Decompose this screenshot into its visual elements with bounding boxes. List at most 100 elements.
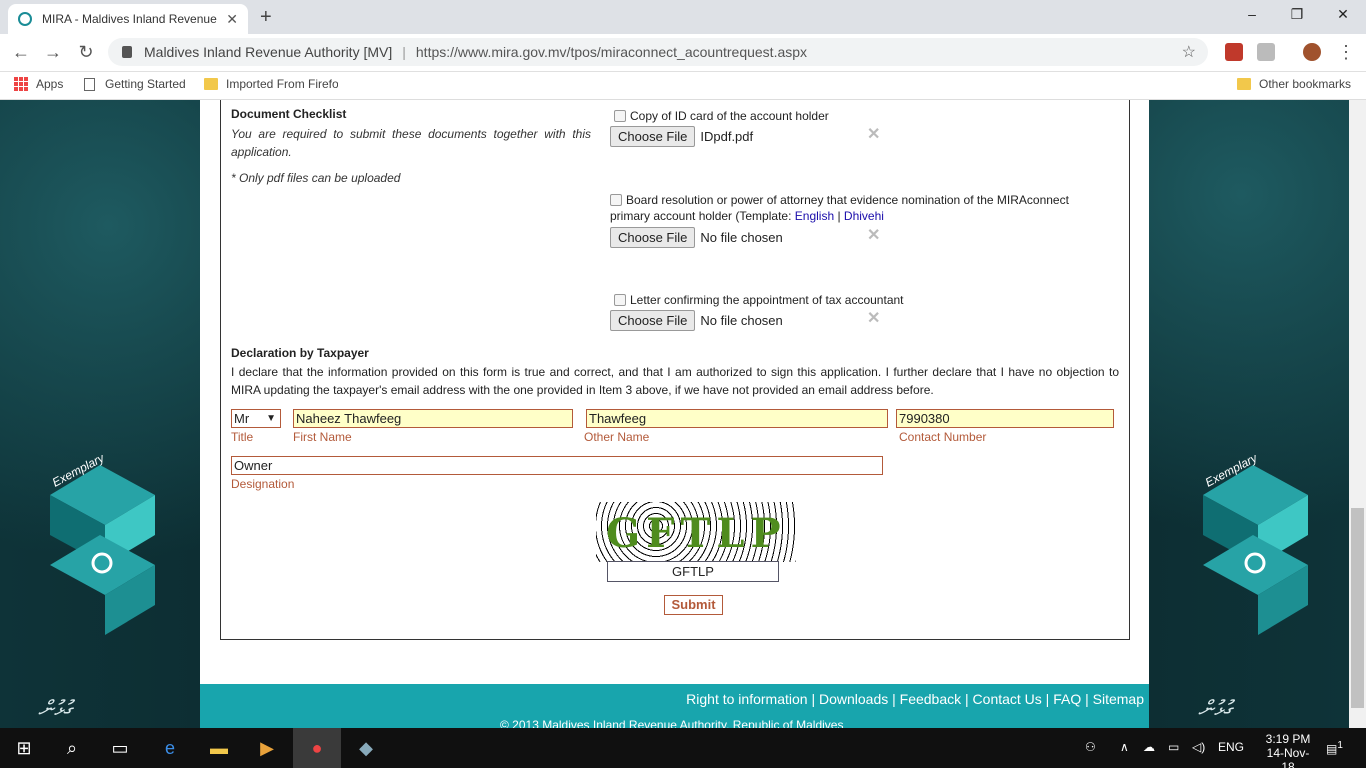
bookmark-star-icon[interactable]: ☆ xyxy=(1182,42,1196,62)
bookmark-apps[interactable]: Apps xyxy=(14,77,63,91)
first-name-input[interactable]: Naheez Thawfeeg xyxy=(293,409,573,428)
chevron-up-icon[interactable]: ∧ xyxy=(1120,740,1129,754)
title-select[interactable]: Mr ▼ xyxy=(231,409,281,428)
windows-start-icon[interactable]: ⊞ xyxy=(0,728,48,768)
language-indicator[interactable]: ENG xyxy=(1218,740,1244,754)
doc2-choose-file-button[interactable]: Choose File xyxy=(610,227,696,248)
task-view-icon[interactable]: ▭ xyxy=(96,728,144,768)
network-icon[interactable]: ▭ xyxy=(1168,740,1179,754)
clock-date: 14-Nov-18 xyxy=(1266,746,1310,774)
page-scrollbar[interactable] xyxy=(1349,100,1366,728)
declaration-text: I declare that the information provided … xyxy=(231,365,1119,397)
maximize-button[interactable]: ❐ xyxy=(1287,6,1307,23)
extension-icon[interactable] xyxy=(1257,43,1275,61)
apps-grid-icon xyxy=(14,77,28,91)
avatar[interactable] xyxy=(1303,43,1321,61)
bookmark-other[interactable]: Other bookmarks xyxy=(1237,77,1351,91)
volume-icon[interactable]: ◁) xyxy=(1192,740,1205,754)
folder-icon xyxy=(204,78,218,90)
scrollbar-thumb[interactable] xyxy=(1351,508,1364,708)
other-name-input[interactable]: Thawfeeg xyxy=(586,409,888,428)
pdf-extension-icon[interactable] xyxy=(1225,43,1243,61)
cloud-icon[interactable]: ☁ xyxy=(1143,740,1155,754)
chevron-down-icon: ▼ xyxy=(266,413,276,424)
captcha-input[interactable]: GFTLP xyxy=(607,561,779,582)
notifications-icon[interactable]: ▤1 xyxy=(1326,740,1343,756)
captcha-image: GFTLP xyxy=(596,502,796,562)
exemplary-logo-left: Exemplary xyxy=(50,455,155,635)
doc3-label: Letter confirming the appointment of tax… xyxy=(630,293,904,307)
designation-label: Designation xyxy=(231,477,295,491)
contact-number-label: Contact Number xyxy=(899,430,987,444)
people-icon[interactable]: ⚇ xyxy=(1085,740,1096,754)
title-value: Mr xyxy=(234,411,250,426)
close-tab-icon[interactable]: ✕ xyxy=(226,11,238,28)
doc1-remove-icon[interactable]: ✕ xyxy=(867,124,880,144)
doc3-checkbox[interactable] xyxy=(614,294,626,306)
checklist-title: Document Checklist xyxy=(231,107,347,121)
doc1-row: Copy of ID card of the account holder xyxy=(614,109,829,123)
folder-icon xyxy=(1237,78,1251,90)
doc1-choose-file-button[interactable]: Choose File xyxy=(610,126,696,147)
exemplary-logo-right: Exemplary xyxy=(1203,455,1308,635)
minimize-button[interactable]: – xyxy=(1242,6,1262,22)
new-tab-button[interactable]: + xyxy=(260,6,272,29)
file-explorer-icon[interactable]: ▬ xyxy=(195,728,243,768)
contact-number-input[interactable]: 7990380 xyxy=(896,409,1114,428)
site-footer: Right to information | Downloads | Feedb… xyxy=(200,684,1149,728)
chrome-icon[interactable]: ● xyxy=(293,728,341,768)
template-english-link[interactable]: English xyxy=(795,209,834,223)
doc1-upload: Choose File IDpdf.pdf xyxy=(610,126,753,147)
pdf-note: * Only pdf files can be uploaded xyxy=(231,171,401,185)
doc3-row: Letter confirming the appointment of tax… xyxy=(614,293,904,307)
thaana-script-right: ގުޅުން xyxy=(1198,696,1232,721)
site-identity: Maldives Inland Revenue Authority [MV] xyxy=(144,44,393,60)
account-request-form: Document Checklist You are required to s… xyxy=(220,100,1130,640)
back-icon[interactable]: ← xyxy=(10,42,32,63)
doc3-remove-icon[interactable]: ✕ xyxy=(867,308,880,328)
page-viewport: Exemplary Exemplary ގުޅުން ގުޅުން Docume… xyxy=(0,100,1349,728)
doc2-row: Board resolution or power of attorney th… xyxy=(610,193,1069,223)
first-name-label: First Name xyxy=(293,430,352,444)
thaana-script-left: ގުޅުން xyxy=(38,696,72,721)
notification-count: 1 xyxy=(1337,740,1343,751)
menu-icon[interactable]: ⋮ xyxy=(1335,42,1357,63)
bookmark-label: Apps xyxy=(36,77,64,91)
declaration-title: Declaration by Taxpayer xyxy=(231,346,369,360)
browser-tab[interactable]: MIRA - Maldives Inland Revenue ✕ xyxy=(8,4,248,34)
captcha-text: GFTLP xyxy=(606,510,787,557)
app-icon[interactable]: ◆ xyxy=(342,728,390,768)
doc2-checkbox[interactable] xyxy=(610,194,622,206)
mira-favicon-icon xyxy=(18,12,32,26)
bookmark-label: Other bookmarks xyxy=(1259,77,1352,91)
media-player-icon[interactable]: ▶ xyxy=(243,728,291,768)
reload-icon[interactable]: ↻ xyxy=(75,42,97,63)
bookmark-imported[interactable]: Imported From Firefo xyxy=(204,77,338,91)
doc2-upload: Choose File No file chosen xyxy=(610,227,783,248)
lock-icon xyxy=(122,46,132,58)
template-dhivehi-link[interactable]: Dhivehi xyxy=(844,209,884,223)
windows-taskbar: ⊞ ⌕ ▭ e ▬ ▶ ● ◆ ⚇ ∧ ☁ ▭ ◁) ENG 3:19 PM 1… xyxy=(0,728,1366,774)
designation-input[interactable]: Owner xyxy=(231,456,883,475)
address-bar[interactable]: Maldives Inland Revenue Authority [MV] |… xyxy=(108,38,1208,66)
doc1-checkbox[interactable] xyxy=(614,110,626,122)
tab-title: MIRA - Maldives Inland Revenue xyxy=(42,12,217,26)
copyright: © 2013 Maldives Inland Revenue Authority… xyxy=(500,718,844,728)
search-icon[interactable]: ⌕ xyxy=(48,728,96,768)
doc1-label: Copy of ID card of the account holder xyxy=(630,109,829,123)
main-content: Document Checklist You are required to s… xyxy=(200,100,1149,684)
doc1-file-name: IDpdf.pdf xyxy=(700,129,754,144)
bookmark-getting-started[interactable]: Getting Started xyxy=(84,77,186,91)
url-text: https://www.mira.gov.mv/tpos/miraconnect… xyxy=(415,44,808,60)
submit-button[interactable]: Submit xyxy=(664,595,723,615)
address-separator: | xyxy=(402,44,406,60)
footer-links[interactable]: Right to information | Downloads | Feedb… xyxy=(686,691,1144,707)
forward-icon[interactable]: → xyxy=(42,42,64,63)
edge-icon[interactable]: e xyxy=(146,728,194,768)
doc3-choose-file-button[interactable]: Choose File xyxy=(610,310,696,331)
page-icon xyxy=(84,77,95,91)
bookmarks-bar: Apps Getting Started Imported From Firef… xyxy=(0,72,1366,100)
close-window-button[interactable]: ✕ xyxy=(1333,6,1353,23)
doc2-remove-icon[interactable]: ✕ xyxy=(867,225,880,245)
doc2-label: Board resolution or power of attorney th… xyxy=(610,193,1069,223)
